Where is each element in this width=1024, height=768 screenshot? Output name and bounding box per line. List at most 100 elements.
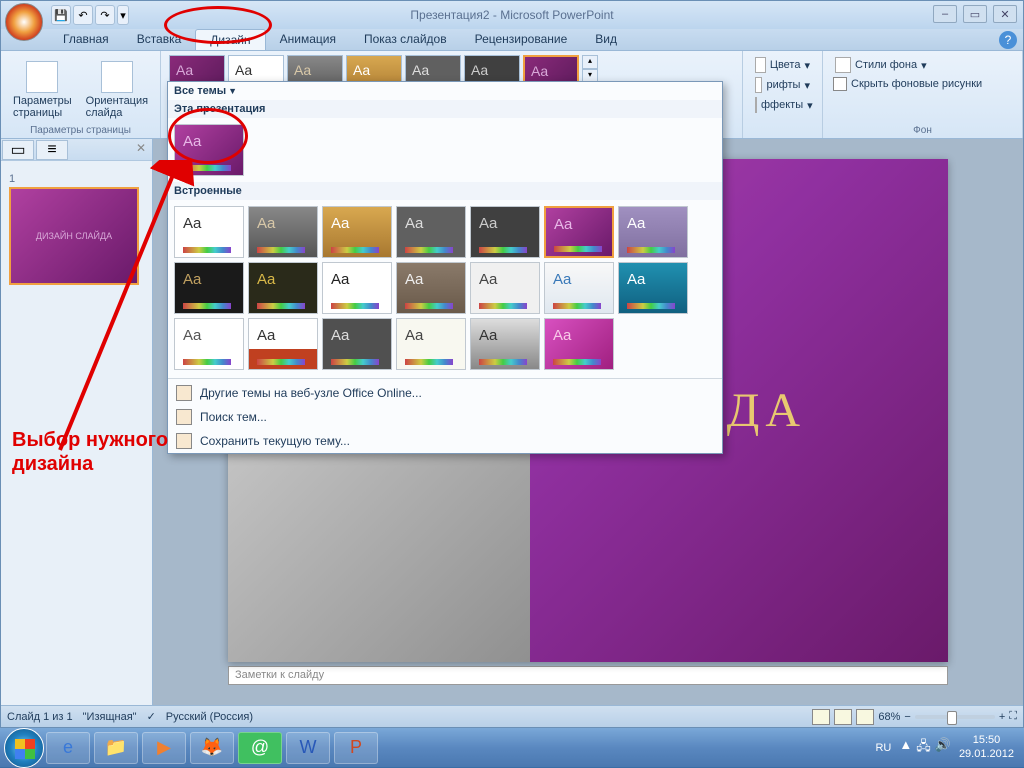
colors-dropdown[interactable]: Цвета ▾ [751,55,814,75]
system-tray: RU ▲ 🖧 🔊 15:50 29.01.2012 [875,734,1020,760]
gallery-section-builtin: Встроенные [168,182,722,200]
globe-icon [176,385,192,401]
start-button[interactable] [4,728,44,768]
menu-save-theme[interactable]: Сохранить текущую тему... [168,429,722,453]
save-icon[interactable]: 💾 [51,5,71,25]
tray-clock[interactable]: 15:50 29.01.2012 [959,734,1014,760]
background-styles-dropdown[interactable]: Стили фона ▾ [831,55,1014,75]
builtin-theme-thumb[interactable]: Aa [470,318,540,370]
tray-flag-icon[interactable]: ▲ [899,737,912,759]
orientation-label: Ориентация слайда [86,95,148,119]
spellcheck-icon[interactable]: ✓ [147,710,156,723]
builtin-theme-thumb[interactable]: Aa [248,206,318,258]
annotation-text: Выбор нужного дизайна [12,428,168,476]
app-window: 💾 ↶ ↷ ▾ Презентация2 - Microsoft PowerPo… [0,0,1024,728]
folder-icon [176,409,192,425]
statusbar: Слайд 1 из 1 "Изящная" ✓ Русский (Россия… [1,705,1023,727]
status-slide-info: Слайд 1 из 1 [7,711,73,723]
ribbon-tabs: Главная Вставка Дизайн Анимация Показ сл… [1,29,1023,51]
office-button[interactable] [5,3,43,41]
status-theme-name: "Изящная" [83,711,137,723]
builtin-theme-thumb[interactable]: Aa [544,262,614,314]
page-setup-button[interactable]: Параметры страницы [9,59,76,121]
page-setup-icon [26,61,58,93]
firefox-icon[interactable]: 🦊 [190,732,234,764]
tab-home[interactable]: Главная [49,29,123,50]
qat-dropdown-icon[interactable]: ▾ [117,5,129,25]
slide-number: 1 [9,173,15,185]
zoom-slider[interactable] [915,715,995,719]
zoom-in-button[interactable]: + [999,711,1005,723]
notes-pane[interactable]: Заметки к слайду [228,666,948,685]
help-icon[interactable]: ? [999,31,1017,49]
themes-gallery-dropdown: Все темы▼ Эта презентация Aa Встроенные … [167,81,723,454]
menu-office-online[interactable]: Другие темы на веб-узле Office Online... [168,381,722,405]
quick-access-toolbar: 💾 ↶ ↷ ▾ [51,5,129,25]
builtin-theme-thumb[interactable]: Aa [174,262,244,314]
builtin-theme-thumb[interactable]: Aa [470,262,540,314]
builtin-theme-thumb[interactable]: Aa [322,262,392,314]
taskbar: e 📁 ▶ 🦊 @ W P RU ▲ 🖧 🔊 15:50 29.01.2012 [0,728,1024,767]
group-background-label: Фон [823,125,1022,136]
builtin-themes-grid: AaAaAaAaAaAaAaAaAaAaAaAaAaAaAaAaAaAaAaAa [168,200,722,376]
builtin-theme-thumb[interactable]: Aa [618,206,688,258]
current-theme-thumb[interactable]: Aa [174,124,244,176]
media-player-icon[interactable]: ▶ [142,732,186,764]
redo-icon[interactable]: ↷ [95,5,115,25]
explorer-icon[interactable]: 📁 [94,732,138,764]
gallery-scroll-up[interactable]: ▴ [582,55,598,69]
tab-animation[interactable]: Анимация [266,29,350,50]
builtin-theme-thumb[interactable]: Aa [544,318,614,370]
builtin-theme-thumb[interactable]: Aa [396,318,466,370]
maximize-button[interactable]: ▭ [963,5,987,23]
builtin-theme-thumb[interactable]: Aa [544,206,614,258]
builtin-theme-thumb[interactable]: Aa [396,206,466,258]
zoom-percent[interactable]: 68% [878,711,900,723]
ie-icon[interactable]: e [46,732,90,764]
builtin-theme-thumb[interactable]: Aa [248,318,318,370]
minimize-button[interactable]: – [933,5,957,23]
effects-dropdown[interactable]: ффекты ▾ [751,95,814,115]
menu-search-themes[interactable]: Поиск тем... [168,405,722,429]
mail-icon[interactable]: @ [238,732,282,764]
builtin-theme-thumb[interactable]: Aa [248,262,318,314]
builtin-theme-thumb[interactable]: Aa [618,262,688,314]
tab-review[interactable]: Рецензирование [461,29,582,50]
powerpoint-icon[interactable]: P [334,732,378,764]
builtin-theme-thumb[interactable]: Aa [174,318,244,370]
titlebar: 💾 ↶ ↷ ▾ Презентация2 - Microsoft PowerPo… [1,1,1023,29]
orientation-button[interactable]: Ориентация слайда [82,59,152,121]
tab-design[interactable]: Дизайн [195,29,265,50]
gallery-section-current: Эта презентация [168,100,722,118]
fonts-dropdown[interactable]: рифты ▾ [751,75,814,95]
zoom-out-button[interactable]: − [904,711,910,723]
undo-icon[interactable]: ↶ [73,5,93,25]
panel-close-icon[interactable]: ✕ [130,139,152,160]
tray-network-icon[interactable]: 🖧 [916,737,931,759]
fit-window-button[interactable]: ⛶ [1009,710,1017,723]
slideshow-view-button[interactable] [856,709,874,725]
gallery-header[interactable]: Все темы▼ [168,82,722,100]
close-button[interactable]: ✕ [993,5,1017,23]
save-icon [176,433,192,449]
tray-lang[interactable]: RU [875,742,891,754]
word-icon[interactable]: W [286,732,330,764]
normal-view-button[interactable] [812,709,830,725]
builtin-theme-thumb[interactable]: Aa [322,318,392,370]
builtin-theme-thumb[interactable]: Aa [322,206,392,258]
tab-insert[interactable]: Вставка [123,29,196,50]
orientation-icon [101,61,133,93]
status-language[interactable]: Русский (Россия) [166,711,253,723]
tray-volume-icon[interactable]: 🔊 [935,737,951,759]
slides-tab-icon[interactable]: ▭ [2,140,34,160]
outline-tab-icon[interactable]: ≡ [36,140,68,160]
builtin-theme-thumb[interactable]: Aa [174,206,244,258]
tab-view[interactable]: Вид [581,29,631,50]
slide-thumbnail[interactable]: ДИЗАЙН СЛАЙДА [9,187,139,285]
builtin-theme-thumb[interactable]: Aa [396,262,466,314]
window-title: Презентация2 - Microsoft PowerPoint [410,8,613,22]
sorter-view-button[interactable] [834,709,852,725]
builtin-theme-thumb[interactable]: Aa [470,206,540,258]
tab-slideshow[interactable]: Показ слайдов [350,29,461,50]
hide-background-checkbox[interactable]: Скрыть фоновые рисунки [831,75,1014,93]
